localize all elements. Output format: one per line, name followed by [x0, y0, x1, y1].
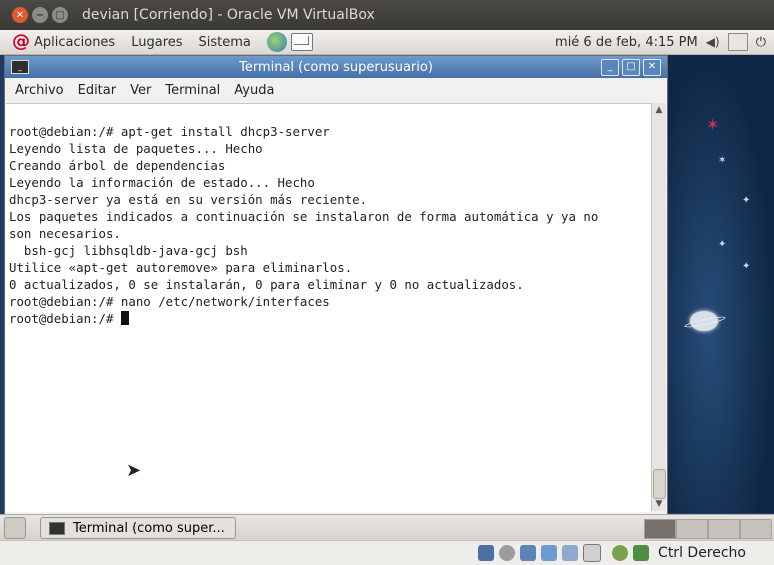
clock[interactable]: mié 6 de feb, 4:15 PM	[555, 35, 698, 50]
mouse-integration-icon[interactable]	[612, 545, 629, 561]
keyboard-capture-icon[interactable]	[633, 545, 650, 561]
terminal-title: Terminal (como superusuario)	[239, 59, 433, 75]
mail-icon[interactable]	[290, 33, 313, 51]
desktop-wallpaper: ✶ ✶ ✦ ✦ ✦	[666, 55, 774, 513]
usb-icon[interactable]	[520, 545, 537, 561]
vbox-statusbar: Ctrl Derecho	[0, 540, 774, 565]
top-panel: @ Aplicaciones Lugares Sistema mié 6 de …	[0, 30, 774, 55]
debian-logo-icon[interactable]: @	[12, 33, 30, 51]
terminal-minimize-button[interactable]: _	[601, 59, 619, 76]
terminal-line: Leyendo la información de estado... Hech…	[9, 175, 315, 190]
terminal-text: root@debian:/# apt-get install dhcp3-ser…	[9, 106, 649, 327]
power-icon[interactable]: ⏻	[756, 35, 766, 50]
close-button[interactable]: ✕	[12, 7, 28, 23]
menu-archivo[interactable]: Archivo	[15, 83, 64, 98]
text-cursor	[120, 311, 129, 325]
terminal-icon	[49, 521, 65, 535]
star-icon: ✦	[742, 261, 751, 272]
terminal-line: Leyendo lista de paquetes... Hecho	[9, 141, 263, 156]
terminal-menubar: Archivo Editar Ver Terminal Ayuda	[5, 78, 667, 102]
window-title: devian [Corriendo] - Oracle VM VirtualBo…	[82, 7, 375, 23]
terminal-line: Utilice «apt-get autoremove» para elimin…	[9, 260, 353, 275]
menu-lugares[interactable]: Lugares	[131, 35, 182, 50]
terminal-maximize-button[interactable]: □	[622, 59, 640, 76]
star-icon: ✦	[718, 239, 727, 250]
terminal-prompt-line[interactable]: root@debian:/#	[9, 310, 649, 327]
maximize-button[interactable]: □	[52, 7, 68, 23]
taskbar-label: Terminal (como super...	[73, 520, 225, 536]
volume-icon[interactable]: ◀)	[706, 35, 720, 49]
menu-terminal[interactable]: Terminal	[165, 83, 220, 98]
terminal-line: root@debian:/# apt-get install dhcp3-ser…	[9, 124, 330, 139]
menu-editar[interactable]: Editar	[78, 83, 117, 98]
terminal-titlebar[interactable]: _ Terminal (como superusuario) _ □ ✕	[5, 56, 667, 78]
vbox-titlebar: ✕ − □ devian [Corriendo] - Oracle VM Vir…	[0, 0, 774, 30]
terminal-line: Creando árbol de dependencias	[9, 158, 226, 173]
workspace-3[interactable]	[708, 519, 740, 539]
workspace-4[interactable]	[740, 519, 772, 539]
workspace-1[interactable]	[644, 519, 676, 539]
terminal-output[interactable]: root@debian:/# apt-get install dhcp3-ser…	[6, 103, 651, 512]
terminal-line: bsh-gcj libhsqldb-java-gcj bsh	[9, 243, 248, 258]
taskbar-terminal-button[interactable]: Terminal (como super...	[40, 517, 236, 539]
hard-disk-icon[interactable]	[478, 545, 495, 561]
menu-sistema[interactable]: Sistema	[199, 35, 251, 50]
web-browser-icon[interactable]	[266, 32, 287, 52]
planet-icon	[690, 311, 718, 331]
workspace-switcher[interactable]	[644, 519, 772, 539]
scrollbar-thumb[interactable]	[653, 469, 666, 499]
optical-drive-icon[interactable]	[499, 545, 516, 561]
terminal-line: root@debian:/# nano /etc/network/interfa…	[9, 294, 330, 309]
bottom-panel: Terminal (como super...	[0, 514, 774, 541]
menu-ver[interactable]: Ver	[130, 83, 151, 98]
terminal-line: 0 actualizados, 0 se instalarán, 0 para …	[9, 277, 524, 292]
network-adapter-icon[interactable]	[562, 545, 579, 561]
terminal-line: son necesarios.	[9, 226, 121, 241]
scroll-up-icon[interactable]: ▲	[652, 103, 666, 117]
terminal-scrollbar[interactable]: ▲ ▼	[651, 103, 666, 511]
display-icon[interactable]	[583, 544, 602, 562]
minimize-button[interactable]: −	[32, 7, 48, 23]
menu-aplicaciones[interactable]: Aplicaciones	[34, 35, 115, 50]
show-desktop-icon[interactable]	[4, 517, 26, 539]
menu-ayuda[interactable]: Ayuda	[234, 83, 274, 98]
host-key-label: Ctrl Derecho	[658, 545, 746, 561]
star-icon: ✶	[706, 115, 720, 134]
mouse-pointer-icon: ➤	[126, 460, 142, 481]
terminal-prompt: root@debian:/#	[9, 311, 121, 326]
workspace-2[interactable]	[676, 519, 708, 539]
terminal-window[interactable]: _ Terminal (como superusuario) _ □ ✕ Arc…	[4, 55, 668, 515]
terminal-close-button[interactable]: ✕	[643, 59, 661, 76]
shared-folders-icon[interactable]	[541, 545, 558, 561]
network-icon[interactable]	[727, 33, 748, 51]
star-icon: ✶	[718, 155, 727, 166]
terminal-line: Los paquetes indicados a continuación se…	[9, 209, 599, 224]
terminal-line: dhcp3-server ya está en su versión más r…	[9, 192, 368, 207]
star-icon: ✦	[742, 195, 751, 206]
scroll-down-icon[interactable]: ▼	[652, 497, 666, 511]
guest-screen[interactable]: @ Aplicaciones Lugares Sistema mié 6 de …	[0, 30, 774, 541]
